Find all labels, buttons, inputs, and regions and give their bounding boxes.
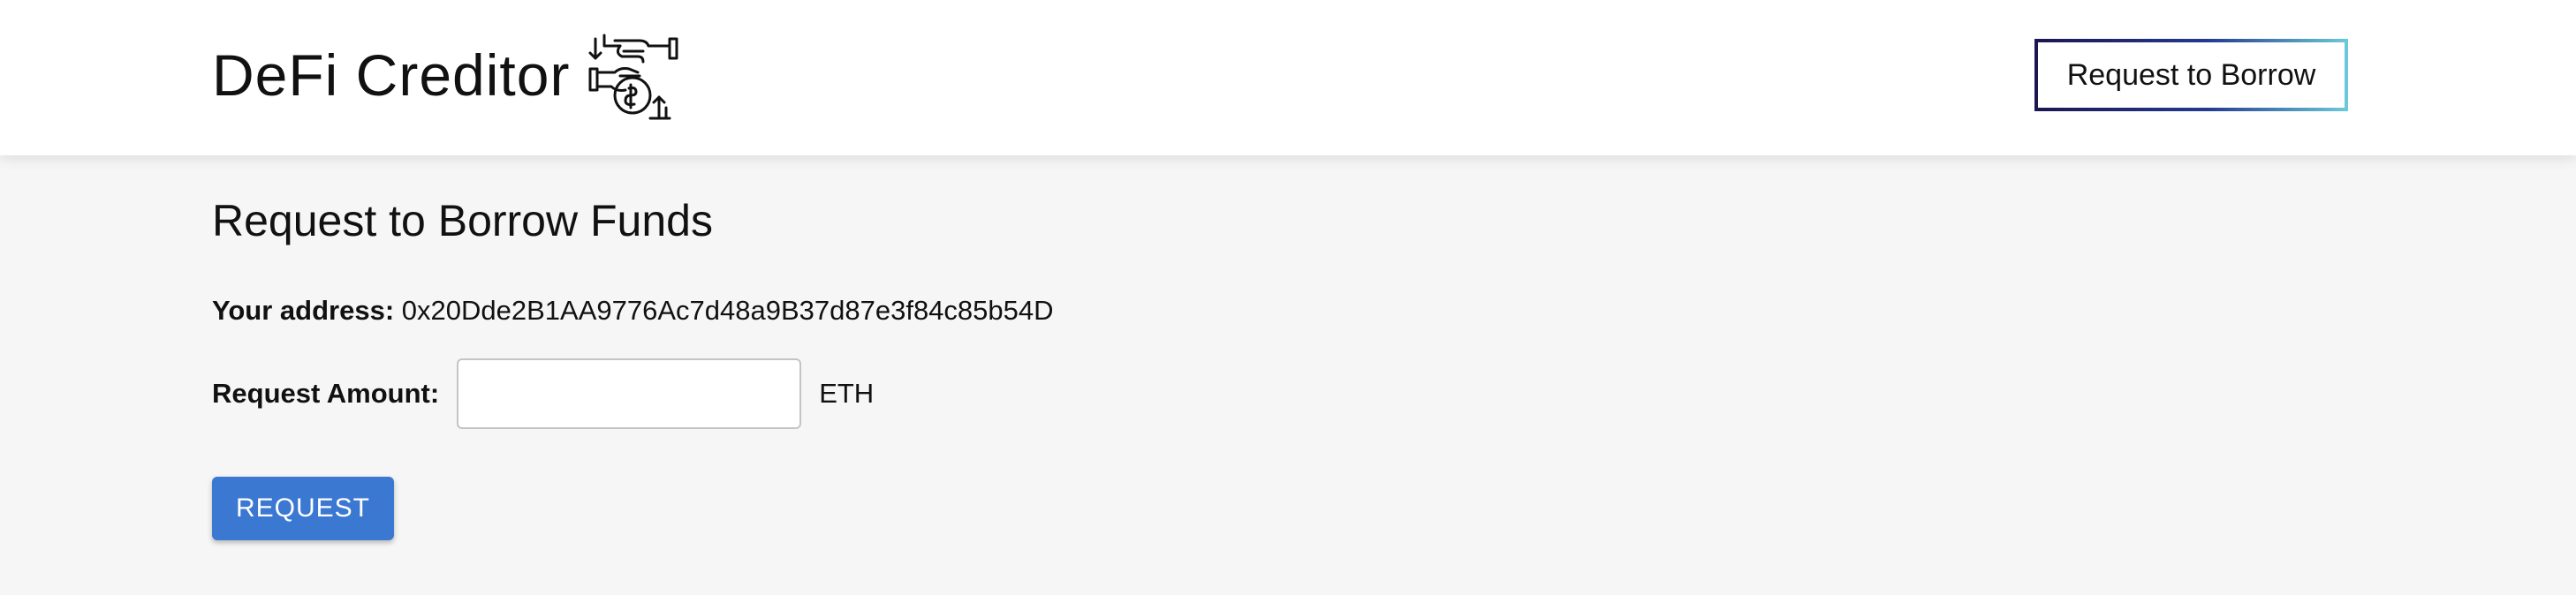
amount-label: Request Amount: bbox=[212, 378, 440, 409]
amount-unit: ETH bbox=[819, 378, 875, 409]
address-label: Your address: bbox=[212, 295, 395, 326]
request-button[interactable]: REQUEST bbox=[212, 477, 394, 540]
handshake-coin-exchange-icon bbox=[588, 34, 678, 120]
amount-row: Request Amount: ETH bbox=[212, 358, 874, 429]
address-value: 0x20Dde2B1AA9776Ac7d48a9B37d87e3f84c85b5… bbox=[401, 295, 1054, 326]
page-title: Request to Borrow Funds bbox=[212, 196, 713, 245]
request-to-borrow-nav-button[interactable]: Request to Borrow bbox=[2034, 39, 2348, 111]
app-header: DeFi Creditor Request to Borrow bbox=[0, 0, 2576, 155]
amount-input[interactable] bbox=[457, 358, 802, 429]
address-row: Your address: 0x20Dde2B1AA9776Ac7d48a9B3… bbox=[212, 293, 1054, 328]
brand-title[interactable]: DeFi Creditor bbox=[212, 46, 570, 104]
